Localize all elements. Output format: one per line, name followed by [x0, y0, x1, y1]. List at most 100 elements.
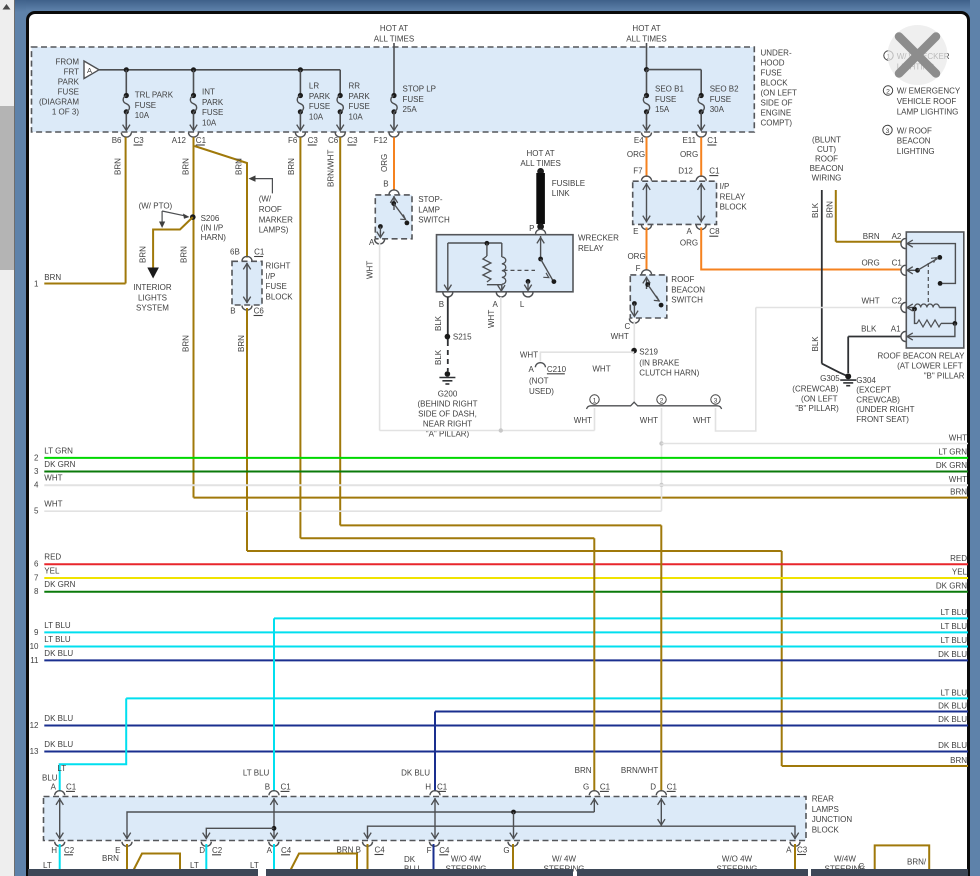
svg-text:G: G	[503, 846, 509, 855]
svg-text:BEACON: BEACON	[897, 137, 931, 146]
svg-text:W/4W: W/4W	[834, 855, 856, 864]
svg-text:C6: C6	[328, 136, 339, 145]
svg-text:4: 4	[34, 481, 39, 490]
svg-text:ORG: ORG	[680, 239, 698, 248]
svg-text:RIGHT: RIGHT	[266, 262, 291, 271]
svg-text:HOT AT: HOT AT	[380, 24, 408, 33]
svg-text:C210: C210	[547, 365, 567, 374]
svg-text:WHT: WHT	[693, 416, 711, 425]
svg-text:LIGHTS: LIGHTS	[138, 293, 167, 302]
svg-text:WHT: WHT	[640, 416, 658, 425]
svg-text:INT: INT	[202, 88, 215, 97]
svg-text:DK GRN: DK GRN	[936, 581, 967, 590]
svg-text:BLOCK: BLOCK	[720, 203, 748, 212]
svg-text:S215: S215	[453, 333, 472, 342]
svg-text:D: D	[199, 846, 205, 855]
svg-text:NEAR RIGHT: NEAR RIGHT	[423, 419, 472, 428]
svg-text:JUNCTION: JUNCTION	[812, 815, 853, 824]
svg-text:MARKER: MARKER	[259, 215, 293, 224]
svg-text:A: A	[267, 846, 273, 855]
svg-text:LT GRN: LT GRN	[938, 448, 967, 457]
svg-text:ALL TIMES: ALL TIMES	[626, 35, 666, 44]
svg-text:BRN/WHT: BRN/WHT	[621, 766, 658, 775]
svg-text:G200: G200	[438, 389, 458, 398]
svg-text:PARK: PARK	[58, 78, 80, 87]
svg-text:S219: S219	[639, 348, 658, 357]
svg-text:10: 10	[30, 642, 39, 651]
svg-text:HARN): HARN)	[201, 233, 227, 242]
svg-text:DK BLU: DK BLU	[44, 649, 73, 658]
svg-text:BRN: BRN	[575, 766, 592, 775]
svg-text:CREWCAB): CREWCAB)	[856, 395, 900, 404]
svg-text:G304: G304	[856, 376, 876, 385]
svg-text:PARK: PARK	[349, 92, 371, 101]
svg-text:C1: C1	[281, 782, 292, 791]
svg-text:DK BLU: DK BLU	[44, 714, 73, 723]
svg-text:B: B	[383, 180, 388, 189]
svg-text:WHT: WHT	[949, 475, 967, 484]
svg-text:DK GRN: DK GRN	[44, 580, 75, 589]
svg-text:3: 3	[886, 128, 890, 135]
svg-text:FUSE: FUSE	[761, 69, 782, 78]
svg-text:WHT: WHT	[44, 474, 62, 483]
svg-text:10A: 10A	[135, 111, 150, 120]
svg-text:A2: A2	[892, 232, 902, 241]
svg-text:1: 1	[593, 398, 597, 405]
svg-text:LT BLU: LT BLU	[243, 768, 270, 777]
svg-text:BLOCK: BLOCK	[761, 79, 789, 88]
svg-text:COMPT): COMPT)	[761, 119, 793, 128]
svg-text:SWITCH: SWITCH	[671, 296, 703, 305]
svg-text:C1: C1	[66, 782, 77, 791]
svg-text:RED: RED	[44, 553, 61, 562]
svg-text:LT BLU: LT BLU	[941, 622, 968, 631]
svg-text:B: B	[439, 300, 444, 309]
svg-text:RELAY: RELAY	[578, 244, 604, 253]
svg-text:SIDE OF DASH,: SIDE OF DASH,	[418, 409, 477, 418]
svg-text:B: B	[230, 307, 235, 316]
svg-text:WHT: WHT	[592, 365, 610, 374]
svg-text:DK BLU: DK BLU	[44, 740, 73, 749]
svg-text:DK GRN: DK GRN	[936, 461, 967, 470]
svg-text:C3: C3	[308, 136, 319, 145]
svg-text:FUSE: FUSE	[202, 108, 223, 117]
svg-text:STOP LP: STOP LP	[403, 85, 437, 94]
svg-text:(AT LOWER LEFT: (AT LOWER LEFT	[897, 362, 963, 371]
svg-text:LIGHTING: LIGHTING	[897, 147, 935, 156]
svg-text:A: A	[687, 227, 693, 236]
svg-text:FUSIBLE: FUSIBLE	[552, 179, 585, 188]
svg-text:C4: C4	[281, 846, 292, 855]
svg-text:C1: C1	[709, 167, 720, 176]
svg-text:HOT AT: HOT AT	[632, 24, 660, 33]
svg-text:A: A	[492, 300, 498, 309]
svg-text:(W/ PTO): (W/ PTO)	[139, 201, 173, 210]
svg-text:1 OF 3): 1 OF 3)	[52, 108, 79, 117]
svg-text:BRN: BRN	[182, 335, 191, 352]
svg-text:A: A	[786, 846, 792, 855]
svg-text:LT BLU: LT BLU	[941, 636, 968, 645]
svg-text:FROM: FROM	[55, 58, 79, 67]
svg-text:A: A	[51, 782, 57, 791]
svg-text:(DIAGRAM: (DIAGRAM	[39, 98, 79, 107]
svg-text:L: L	[520, 300, 525, 309]
svg-text:(BEHIND RIGHT: (BEHIND RIGHT	[418, 399, 478, 408]
svg-text:ROOF: ROOF	[671, 275, 694, 284]
svg-text:STOP-: STOP-	[418, 195, 443, 204]
svg-text:LT BLU: LT BLU	[44, 621, 71, 630]
svg-text:BRN/: BRN/	[907, 858, 927, 867]
svg-text:YEL: YEL	[44, 567, 60, 576]
svg-text:ORG: ORG	[861, 259, 879, 268]
svg-text:C1: C1	[667, 782, 678, 791]
svg-text:BRN/WHT: BRN/WHT	[327, 150, 336, 187]
svg-text:5: 5	[34, 507, 39, 516]
svg-text:BRN: BRN	[863, 232, 880, 241]
svg-text:S206: S206	[201, 214, 220, 223]
svg-text:LT BLU: LT BLU	[44, 635, 71, 644]
svg-text:FUSE: FUSE	[135, 101, 156, 110]
svg-text:PARK: PARK	[309, 92, 331, 101]
svg-text:WHT: WHT	[366, 261, 375, 279]
svg-text:WHT: WHT	[861, 296, 879, 305]
svg-text:C1: C1	[600, 782, 611, 791]
svg-text:FUSE: FUSE	[655, 95, 676, 104]
svg-text:BLK: BLK	[811, 202, 820, 218]
svg-text:DK BLU: DK BLU	[938, 741, 967, 750]
